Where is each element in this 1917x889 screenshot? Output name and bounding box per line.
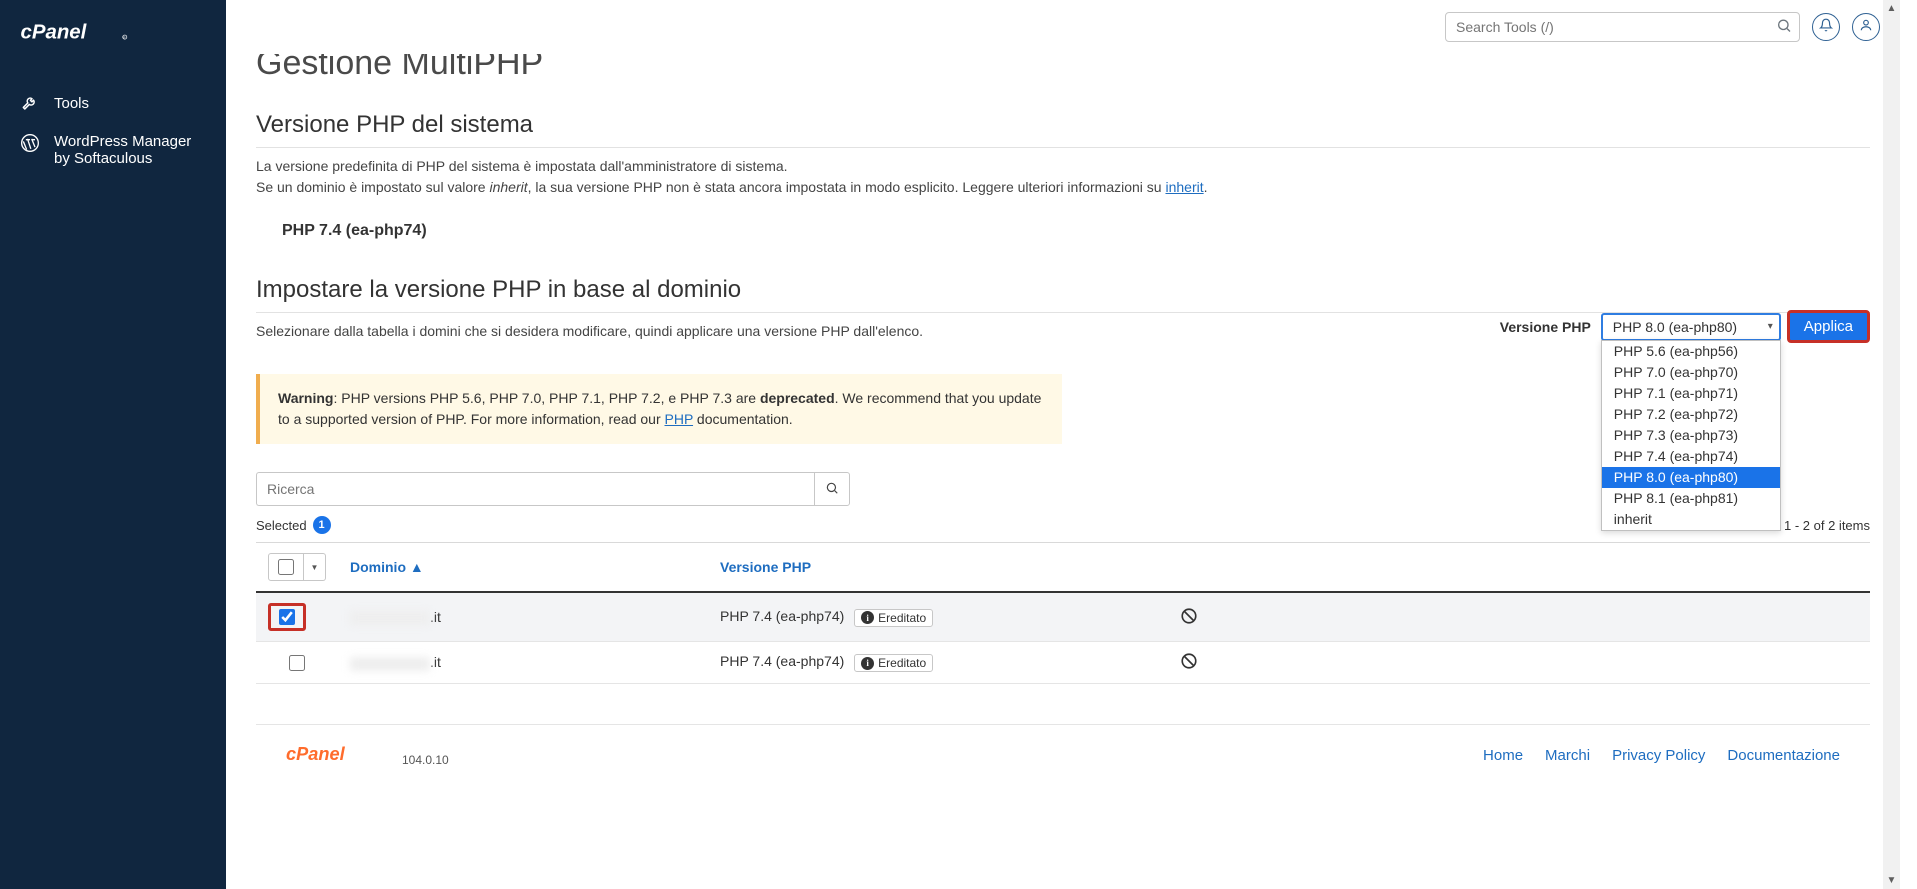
- select-value: PHP 8.0 (ea-php80): [1613, 319, 1737, 335]
- apply-button[interactable]: Applica: [1787, 310, 1870, 343]
- cell-domain: .it: [338, 592, 708, 642]
- scroll-up-icon[interactable]: ▲: [1884, 0, 1899, 17]
- topbar: [226, 0, 1900, 54]
- cpanel-logo[interactable]: cPanel R: [0, 0, 226, 63]
- sidebar: cPanel R Tools WordPress Manager by Soft…: [0, 0, 226, 889]
- option-php56[interactable]: PHP 5.6 (ea-php56): [1602, 341, 1780, 362]
- row-checkbox[interactable]: [279, 609, 295, 625]
- php-version-select[interactable]: PHP 8.0 (ea-php80) ▾: [1601, 313, 1781, 341]
- select-all-dropdown[interactable]: ▼: [304, 553, 326, 581]
- chevron-down-icon: ▾: [1768, 321, 1773, 332]
- wordpress-icon: [20, 133, 40, 153]
- domains-table: ▼ Dominio ▲ Versione PHP: [256, 542, 1870, 684]
- scroll-down-icon[interactable]: ▼: [1884, 872, 1899, 889]
- option-php72[interactable]: PHP 7.2 (ea-php72): [1602, 404, 1780, 425]
- option-php71[interactable]: PHP 7.1 (ea-php71): [1602, 383, 1780, 404]
- info-icon: i: [861, 611, 874, 624]
- section-system-version: Versione PHP del sistema: [256, 111, 1870, 148]
- footer-link-home[interactable]: Home: [1483, 747, 1523, 764]
- scrollbar[interactable]: ▲ ▼: [1883, 0, 1900, 889]
- table-row: .it PHP 7.4 (ea-php74) iEreditato: [256, 592, 1870, 642]
- global-search: [1445, 12, 1800, 42]
- pagination-info: 1 - 2 of 2 items: [1784, 518, 1870, 533]
- col-root[interactable]: [1168, 543, 1870, 593]
- option-inherit[interactable]: inherit: [1602, 509, 1780, 530]
- sidebar-item-label: WordPress Manager by Softaculous: [54, 133, 206, 167]
- cell-version: PHP 7.4 (ea-php74) iEreditato: [708, 642, 1168, 684]
- sidebar-item-wordpress[interactable]: WordPress Manager by Softaculous: [0, 123, 226, 177]
- system-php-version: PHP 7.4 (ea-php74): [256, 198, 1870, 248]
- option-php70[interactable]: PHP 7.0 (ea-php70): [1602, 362, 1780, 383]
- col-version[interactable]: Versione PHP: [708, 543, 1168, 593]
- row-checkbox[interactable]: [289, 655, 305, 671]
- footer: cPanel 104.0.10 Home Marchi Privacy Poli…: [256, 724, 1870, 767]
- selected-count-badge: 1: [313, 516, 331, 534]
- user-icon: [1859, 18, 1873, 35]
- deprecation-warning: Warning: PHP versions PHP 5.6, PHP 7.0, …: [256, 374, 1062, 444]
- info-icon: i: [861, 657, 874, 670]
- footer-links: Home Marchi Privacy Policy Documentazion…: [1483, 747, 1840, 764]
- row-select-highlight: [268, 603, 306, 631]
- svg-text:cPanel: cPanel: [286, 744, 346, 764]
- inherited-badge: iEreditato: [854, 609, 933, 627]
- col-domain[interactable]: Dominio ▲: [338, 543, 708, 593]
- footer-version: 104.0.10: [402, 753, 449, 767]
- footer-link-privacy[interactable]: Privacy Policy: [1612, 747, 1705, 764]
- cell-domain: .it: [338, 642, 708, 684]
- page-title: Gestione MultiPHP: [256, 54, 1870, 83]
- sidebar-item-tools[interactable]: Tools: [0, 83, 226, 123]
- disabled-icon: [1180, 657, 1198, 673]
- php-doc-link[interactable]: PHP: [665, 411, 694, 427]
- cell-root: [1168, 642, 1870, 684]
- option-php73[interactable]: PHP 7.3 (ea-php73): [1602, 425, 1780, 446]
- search-input[interactable]: [1445, 12, 1800, 42]
- option-php74[interactable]: PHP 7.4 (ea-php74): [1602, 446, 1780, 467]
- footer-link-marchi[interactable]: Marchi: [1545, 747, 1590, 764]
- select-all-checkbox[interactable]: [268, 553, 304, 581]
- search-icon[interactable]: [1776, 17, 1792, 36]
- table-row: .it PHP 7.4 (ea-php74) iEreditato: [256, 642, 1870, 684]
- cell-version: PHP 7.4 (ea-php74) iEreditato: [708, 592, 1168, 642]
- notifications-button[interactable]: [1812, 13, 1840, 41]
- domain-search-button[interactable]: [814, 472, 850, 506]
- bell-icon: [1819, 18, 1833, 35]
- domain-search-input[interactable]: [256, 472, 814, 506]
- cell-root: [1168, 592, 1870, 642]
- content: Gestione MultiPHP Versione PHP del siste…: [226, 54, 1900, 889]
- selected-label: Selected: [256, 518, 307, 533]
- footer-link-docs[interactable]: Documentazione: [1727, 747, 1840, 764]
- section-domain-version: Impostare la versione PHP in base al dom…: [256, 276, 1870, 313]
- inherited-badge: iEreditato: [854, 654, 933, 672]
- search-icon: [825, 481, 839, 498]
- main: Gestione MultiPHP Versione PHP del siste…: [226, 0, 1900, 889]
- account-button[interactable]: [1852, 13, 1880, 41]
- php-version-label: Versione PHP: [1500, 319, 1591, 335]
- wrench-icon: [20, 93, 40, 113]
- disabled-icon: [1180, 612, 1198, 628]
- inherit-link[interactable]: inherit: [1165, 179, 1203, 195]
- system-version-description: La versione predefinita di PHP del siste…: [256, 156, 1870, 198]
- svg-text:cPanel: cPanel: [20, 20, 87, 43]
- sidebar-item-label: Tools: [54, 95, 89, 112]
- option-php81[interactable]: PHP 8.1 (ea-php81): [1602, 488, 1780, 509]
- php-version-dropdown: PHP 5.6 (ea-php56) PHP 7.0 (ea-php70) PH…: [1601, 340, 1781, 531]
- option-php80[interactable]: PHP 8.0 (ea-php80): [1602, 467, 1780, 488]
- footer-logo[interactable]: cPanel 104.0.10: [286, 743, 449, 767]
